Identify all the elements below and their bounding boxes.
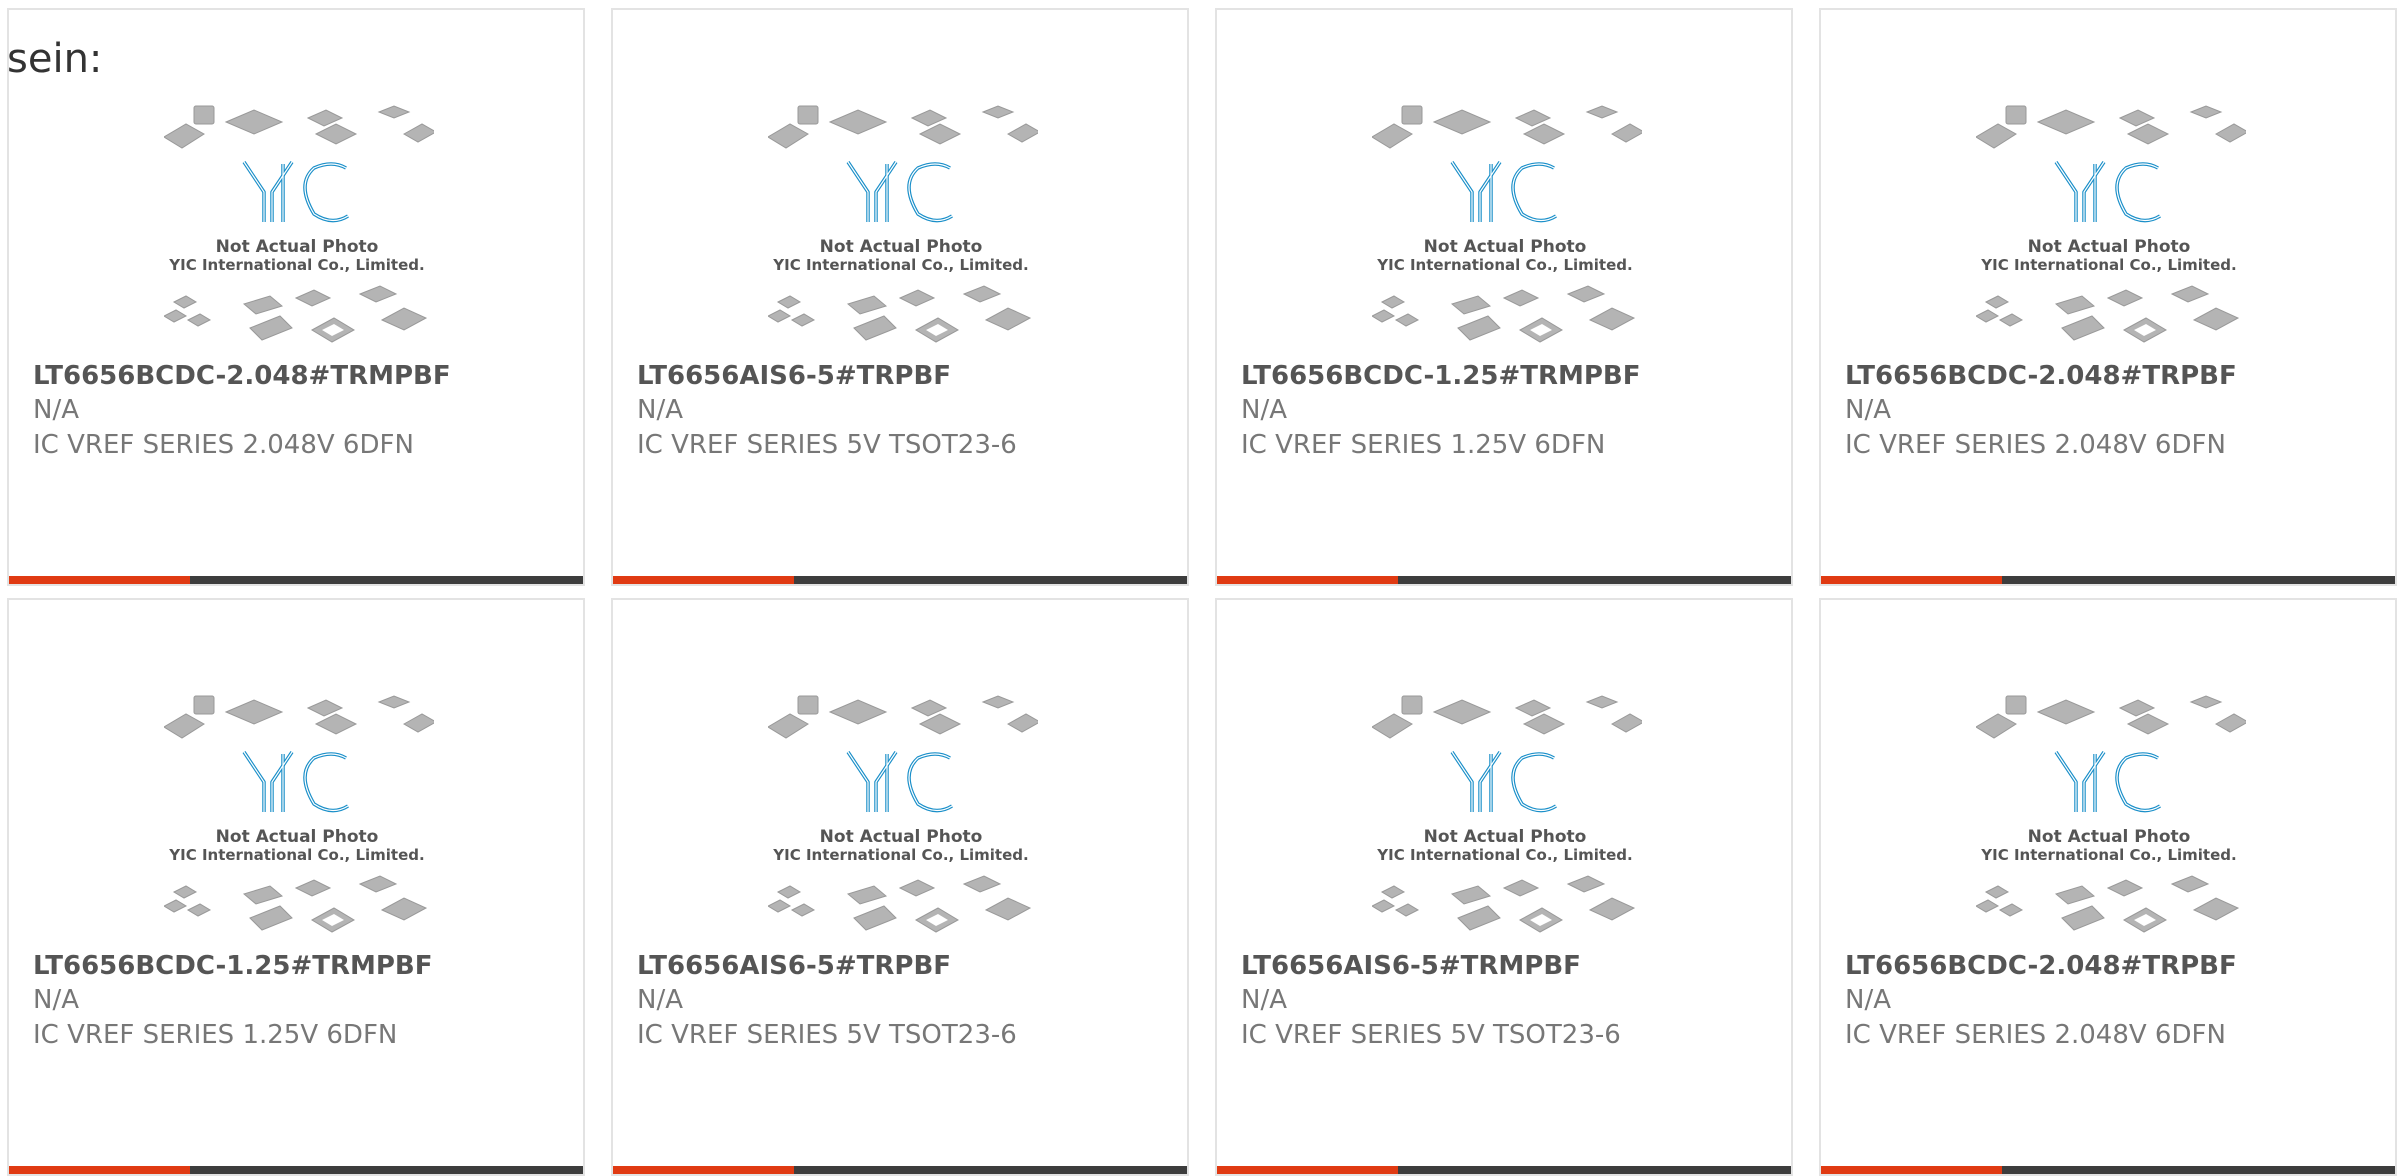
description: IC VREF SERIES 2.048V 6DFN	[33, 430, 414, 460]
product-card[interactable]: Not Actual Photo YIC International Co., …	[1215, 8, 1793, 586]
part-number[interactable]: LT6656AIS6-5#TRPBF	[637, 951, 951, 981]
part-number[interactable]: LT6656BCDC-2.048#TRPBF	[1845, 361, 2237, 391]
manufacturer: N/A	[33, 395, 79, 425]
manufacturer: N/A	[1241, 395, 1287, 425]
placeholder-photo: Not Actual Photo YIC International Co., …	[164, 692, 434, 942]
card-accent-bar-fill	[613, 576, 794, 584]
photo-line2: YIC International Co., Limited.	[772, 256, 1028, 274]
card-accent-bar	[1821, 1166, 2395, 1174]
photo-line2: YIC International Co., Limited.	[1376, 256, 1632, 274]
photo-line1: Not Actual Photo	[820, 827, 983, 847]
product-card[interactable]: Not Actual Photo YIC International Co., …	[1819, 8, 2397, 586]
product-card[interactable]: Not Actual Photo YIC International Co., …	[7, 8, 585, 586]
card-accent-bar	[9, 576, 583, 584]
manufacturer: N/A	[637, 395, 683, 425]
placeholder-photo: Not Actual Photo YIC International Co., …	[164, 102, 434, 352]
card-accent-bar	[613, 1166, 1187, 1174]
placeholder-photo: Not Actual Photo YIC International Co., …	[1976, 692, 2246, 942]
part-number[interactable]: LT6656AIS6-5#TRMPBF	[1241, 951, 1581, 981]
description: IC VREF SERIES 1.25V 6DFN	[1241, 430, 1606, 460]
manufacturer: N/A	[33, 985, 79, 1015]
intro-text: sein:	[7, 36, 103, 82]
description: IC VREF SERIES 5V TSOT23-6	[1241, 1020, 1621, 1050]
card-accent-bar	[1821, 576, 2395, 584]
photo-line2: YIC International Co., Limited.	[1376, 846, 1632, 864]
description: IC VREF SERIES 2.048V 6DFN	[1845, 430, 2226, 460]
placeholder-photo: Not Actual Photo YIC International Co., …	[1372, 102, 1642, 352]
product-card[interactable]: Not Actual Photo YIC International Co., …	[611, 8, 1189, 586]
card-accent-bar-fill	[613, 1166, 794, 1174]
card-accent-bar-fill	[1821, 1166, 2002, 1174]
product-card[interactable]: Not Actual Photo YIC International Co., …	[1819, 598, 2397, 1176]
photo-line2: YIC International Co., Limited.	[168, 256, 424, 274]
card-accent-bar-fill	[1217, 576, 1398, 584]
photo-line1: Not Actual Photo	[820, 237, 983, 257]
product-card[interactable]: Not Actual Photo YIC International Co., …	[1215, 598, 1793, 1176]
card-accent-bar	[613, 576, 1187, 584]
photo-line1: Not Actual Photo	[2028, 827, 2191, 847]
photo-line1: Not Actual Photo	[2028, 237, 2191, 257]
photo-line1: Not Actual Photo	[216, 827, 379, 847]
placeholder-photo: Not Actual Photo YIC International Co., …	[768, 692, 1038, 942]
photo-line2: YIC International Co., Limited.	[168, 846, 424, 864]
photo-line1: Not Actual Photo	[1424, 237, 1587, 257]
photo-line2: YIC International Co., Limited.	[1980, 256, 2236, 274]
description: IC VREF SERIES 2.048V 6DFN	[1845, 1020, 2226, 1050]
placeholder-photo: Not Actual Photo YIC International Co., …	[1976, 102, 2246, 352]
part-number[interactable]: LT6656BCDC-2.048#TRMPBF	[33, 361, 451, 391]
part-number[interactable]: LT6656BCDC-2.048#TRPBF	[1845, 951, 2237, 981]
card-accent-bar	[1217, 576, 1791, 584]
photo-line2: YIC International Co., Limited.	[772, 846, 1028, 864]
product-card[interactable]: Not Actual Photo YIC International Co., …	[7, 598, 585, 1176]
part-number[interactable]: LT6656BCDC-1.25#TRMPBF	[1241, 361, 1641, 391]
photo-line1: Not Actual Photo	[216, 237, 379, 257]
placeholder-photo: Not Actual Photo YIC International Co., …	[768, 102, 1038, 352]
card-accent-bar-fill	[9, 1166, 190, 1174]
description: IC VREF SERIES 1.25V 6DFN	[33, 1020, 398, 1050]
placeholder-photo: Not Actual Photo YIC International Co., …	[1372, 692, 1642, 942]
card-accent-bar	[1217, 1166, 1791, 1174]
card-accent-bar-fill	[1821, 576, 2002, 584]
photo-line2: YIC International Co., Limited.	[1980, 846, 2236, 864]
photo-line1: Not Actual Photo	[1424, 827, 1587, 847]
manufacturer: N/A	[1241, 985, 1287, 1015]
manufacturer: N/A	[1845, 395, 1891, 425]
product-card[interactable]: Not Actual Photo YIC International Co., …	[611, 598, 1189, 1176]
card-accent-bar-fill	[9, 576, 190, 584]
manufacturer: N/A	[637, 985, 683, 1015]
card-accent-bar-fill	[1217, 1166, 1398, 1174]
description: IC VREF SERIES 5V TSOT23-6	[637, 1020, 1017, 1050]
description: IC VREF SERIES 5V TSOT23-6	[637, 430, 1017, 460]
card-accent-bar	[9, 1166, 583, 1174]
part-number[interactable]: LT6656AIS6-5#TRPBF	[637, 361, 951, 391]
part-number[interactable]: LT6656BCDC-1.25#TRMPBF	[33, 951, 433, 981]
manufacturer: N/A	[1845, 985, 1891, 1015]
